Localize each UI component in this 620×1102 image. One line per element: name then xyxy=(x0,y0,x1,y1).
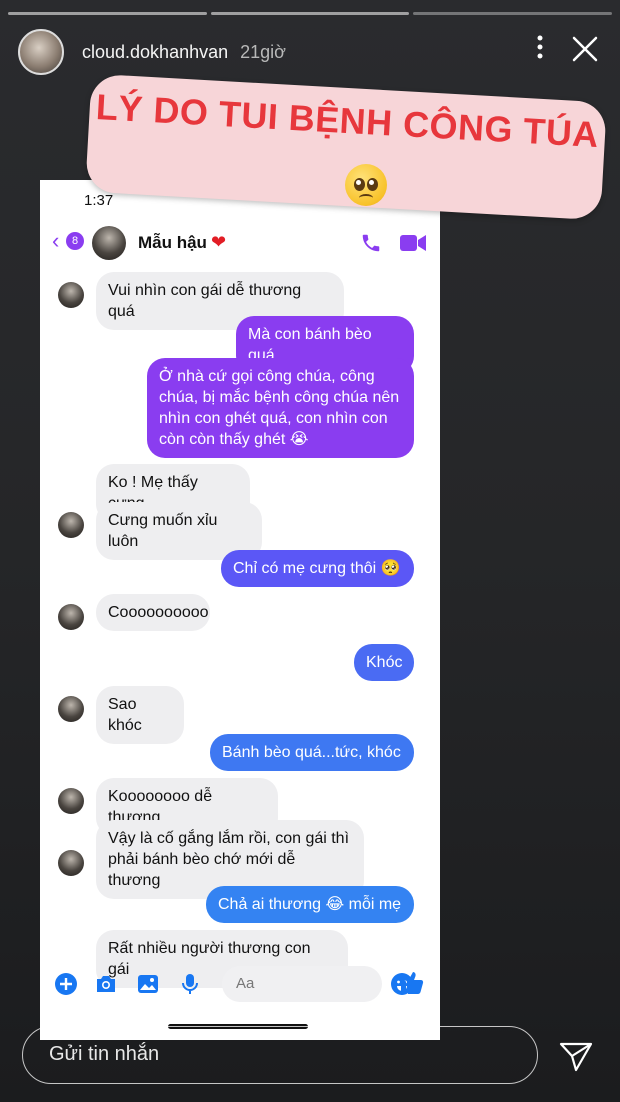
story-frame: cloud.dokhanhvan 21giờ 1:37 TE ‹ 8 Mẫu h… xyxy=(0,0,620,1102)
heart-icon: ❤ xyxy=(210,232,227,252)
sender-avatar[interactable] xyxy=(58,512,84,538)
gallery-icon[interactable] xyxy=(136,972,160,996)
back-chevron-icon[interactable]: ‹ xyxy=(52,230,59,252)
story-time-ago: 21giờ xyxy=(240,41,286,62)
plus-icon[interactable] xyxy=(54,972,78,996)
contact-name[interactable]: Mẫu hậu ❤ xyxy=(138,232,226,253)
sender-avatar[interactable] xyxy=(58,604,84,630)
story-header: cloud.dokhanhvan 21giờ xyxy=(18,26,602,78)
progress-segment xyxy=(8,12,207,15)
sent-message-bubble[interactable]: Khóc xyxy=(354,644,414,681)
story-username[interactable]: cloud.dokhanhvan xyxy=(82,42,228,63)
message-composer: Aa xyxy=(40,962,440,1006)
thumbs-up-icon[interactable] xyxy=(400,970,424,994)
story-progress-bar xyxy=(8,12,613,15)
camera-icon[interactable] xyxy=(94,972,118,996)
message-list: Vui nhìn con gái dễ thương quá Mà con bán… xyxy=(40,266,440,988)
more-dots-icon[interactable] xyxy=(536,34,544,60)
reply-placeholder: Gửi tin nhắn xyxy=(49,1043,160,1065)
message-input-placeholder: Aa xyxy=(236,975,255,992)
sender-avatar[interactable] xyxy=(58,282,84,308)
sent-message-bubble[interactable]: Ở nhà cứ gọi công chúa, công chúa, bị mắ… xyxy=(147,358,414,458)
progress-segment xyxy=(210,12,410,15)
unread-badge[interactable]: 8 xyxy=(66,232,84,250)
reply-input[interactable]: Gửi tin nhắn xyxy=(22,1026,538,1084)
messenger-screenshot: 1:37 TE ‹ 8 Mẫu hậu❤ Vui nhìn con gái dễ… xyxy=(40,180,440,1040)
sent-message-bubble[interactable]: Chả ai thương 😂 mỗi mẹ xyxy=(206,886,414,923)
sender-avatar[interactable] xyxy=(58,696,84,722)
sender-avatar[interactable] xyxy=(58,788,84,814)
chat-header: ‹ 8 Mẫu hậu ❤ xyxy=(40,220,440,266)
close-icon[interactable] xyxy=(570,34,600,64)
message-input[interactable]: Aa xyxy=(222,966,413,1002)
phone-call-icon[interactable] xyxy=(360,232,382,254)
sender-avatar[interactable] xyxy=(58,850,84,876)
progress-segment xyxy=(413,12,613,15)
send-icon[interactable] xyxy=(558,1038,594,1074)
video-call-icon[interactable] xyxy=(400,234,426,252)
story-avatar[interactable] xyxy=(18,29,64,75)
contact-name-text: Mẫu hậu xyxy=(138,233,207,252)
pleading-face-emoji-icon xyxy=(345,164,387,206)
status-time: 1:37 xyxy=(84,192,114,209)
sent-message-bubble[interactable]: Bánh bèo quá...tức, khóc xyxy=(210,734,414,771)
received-message-bubble[interactable]: Coooooooooo xyxy=(96,594,210,631)
contact-avatar[interactable] xyxy=(92,226,126,260)
microphone-icon[interactable] xyxy=(178,972,202,996)
sent-message-bubble[interactable]: Chỉ có mẹ cưng thôi 🥺 xyxy=(221,550,414,587)
received-message-bubble[interactable]: Sao khóc xyxy=(96,686,184,744)
